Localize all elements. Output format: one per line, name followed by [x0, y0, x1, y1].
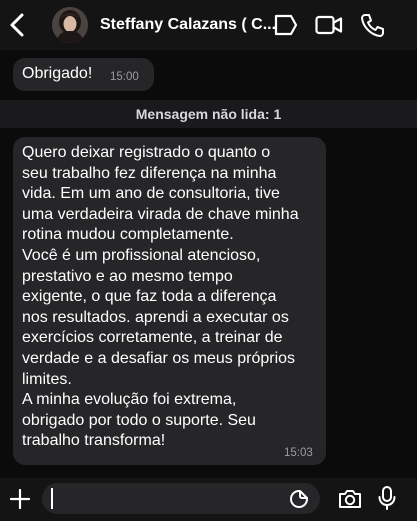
plus-icon[interactable] — [9, 488, 31, 510]
back-chevron-icon[interactable] — [6, 12, 30, 38]
chat-header: Steffany Calazans ( C... — [0, 0, 417, 50]
contact-name[interactable]: Steffany Calazans ( C... — [100, 16, 276, 34]
message-time: 15:00 — [110, 71, 139, 83]
message-text: Obrigado! — [22, 65, 93, 82]
sticker-icon[interactable] — [289, 489, 309, 509]
avatar-photo — [52, 7, 88, 43]
sticker-icon[interactable] — [272, 12, 299, 38]
unread-divider: Mensagem não lida: 1 — [0, 100, 417, 128]
message-bubble-outgoing[interactable]: Obrigado! 15:00 — [13, 58, 154, 91]
message-time: 15:03 — [284, 447, 313, 459]
avatar[interactable] — [52, 7, 88, 43]
text-caret — [51, 488, 53, 509]
message-bubble-incoming[interactable]: Quero deixar registrado o quanto o seu t… — [13, 137, 326, 465]
unread-divider-label: Mensagem não lida: 1 — [135, 106, 282, 122]
message-text: Quero deixar registrado o quanto o seu t… — [22, 144, 299, 450]
microphone-icon[interactable] — [378, 485, 396, 511]
chat-area[interactable]: Obrigado! 15:00 Mensagem não lida: 1 Que… — [0, 50, 417, 478]
message-input[interactable] — [42, 483, 320, 514]
camera-icon[interactable] — [337, 487, 363, 511]
message-composer — [0, 478, 417, 521]
phone-icon[interactable] — [360, 12, 384, 38]
video-call-icon[interactable] — [314, 12, 344, 38]
